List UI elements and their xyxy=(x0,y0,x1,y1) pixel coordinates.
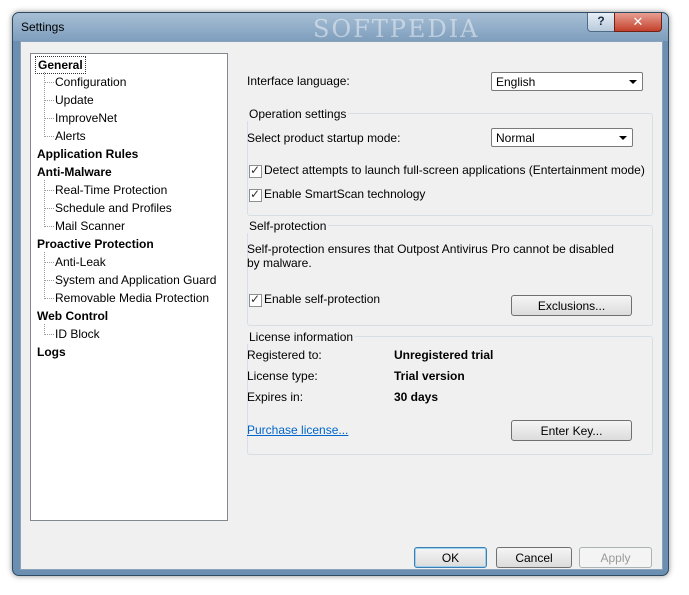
tree-item-mail-scanner[interactable]: Mail Scanner xyxy=(55,218,125,234)
dialog-client: General Configuration Update ImproveNet … xyxy=(20,41,663,570)
tree-item-configuration[interactable]: Configuration xyxy=(55,74,126,90)
tree-item-proactive-protection[interactable]: Proactive Protection xyxy=(37,236,154,252)
tree-item-anti-leak[interactable]: Anti-Leak xyxy=(55,254,106,270)
cancel-button[interactable]: Cancel xyxy=(496,547,572,568)
tree-item-application-rules[interactable]: Application Rules xyxy=(37,146,138,162)
window-title: Settings xyxy=(21,20,65,34)
self-protection-description: Self-protection ensures that Outpost Ant… xyxy=(247,242,614,270)
tree-item-web-control[interactable]: Web Control xyxy=(37,308,108,324)
self-protection-title: Self-protection xyxy=(247,219,329,233)
tree-item-general[interactable]: General xyxy=(35,56,86,74)
settings-window: Settings SOFTPEDIA ? ✕ General Configura… xyxy=(12,12,669,576)
tree-connector xyxy=(45,118,54,119)
enable-self-protection-label[interactable]: Enable self-protection xyxy=(264,292,380,306)
tree-item-schedule-and-profiles[interactable]: Schedule and Profiles xyxy=(55,200,172,216)
tree-item-id-block[interactable]: ID Block xyxy=(55,326,100,342)
tree-connector xyxy=(45,298,54,299)
chevron-down-icon xyxy=(629,80,637,84)
tree-item-removable-media-protection[interactable]: Removable Media Protection xyxy=(55,290,209,306)
tree-item-improvenet[interactable]: ImproveNet xyxy=(55,110,117,126)
tree-connector xyxy=(44,252,45,299)
license-info-title: License information xyxy=(247,330,356,344)
tree-item-logs[interactable]: Logs xyxy=(37,344,66,360)
close-button[interactable]: ✕ xyxy=(614,13,662,32)
license-type-label: License type: xyxy=(247,369,318,383)
smartscan-checkbox[interactable] xyxy=(249,187,262,202)
tree-item-anti-malware[interactable]: Anti-Malware xyxy=(37,164,112,180)
tree-item-system-and-application-guard[interactable]: System and Application Guard xyxy=(55,272,216,288)
purchase-license-link[interactable]: Purchase license... xyxy=(247,423,348,437)
expires-in-label: Expires in: xyxy=(247,390,304,404)
tree-connector xyxy=(45,334,54,335)
title-bar[interactable]: Settings SOFTPEDIA ? ✕ xyxy=(13,13,668,43)
tree-connector xyxy=(45,100,54,101)
close-icon: ✕ xyxy=(632,14,644,29)
apply-button[interactable]: Apply xyxy=(579,547,652,568)
tree-connector xyxy=(45,82,54,83)
tree-item-real-time-protection[interactable]: Real-Time Protection xyxy=(55,182,167,198)
expires-in-value: 30 days xyxy=(394,390,439,404)
startup-mode-select[interactable]: Normal xyxy=(491,128,633,147)
tree-connector xyxy=(45,226,54,227)
enter-key-button[interactable]: Enter Key... xyxy=(511,420,632,441)
tree-connector xyxy=(45,136,54,137)
detect-fullscreen-checkbox[interactable] xyxy=(249,163,262,178)
tree-connector xyxy=(45,208,54,209)
registered-to-value: Unregistered trial xyxy=(394,348,494,362)
startup-mode-value: Normal xyxy=(496,131,535,145)
tree-connector xyxy=(45,190,54,191)
help-button[interactable]: ? xyxy=(587,13,615,32)
operation-settings-title: Operation settings xyxy=(247,107,349,121)
interface-language-label: Interface language: xyxy=(247,74,350,88)
tree-connector xyxy=(45,280,54,281)
startup-mode-label: Select product startup mode: xyxy=(247,131,401,145)
interface-language-value: English xyxy=(496,75,536,89)
tree-connector xyxy=(45,262,54,263)
ok-button[interactable]: OK xyxy=(414,547,487,568)
license-type-value: Trial version xyxy=(394,369,465,383)
detect-fullscreen-label[interactable]: Detect attempts to launch full-screen ap… xyxy=(264,163,645,177)
registered-to-label: Registered to: xyxy=(247,348,322,362)
watermark: SOFTPEDIA xyxy=(313,15,480,43)
tree-connector xyxy=(44,180,45,227)
settings-tree[interactable]: General Configuration Update ImproveNet … xyxy=(30,53,228,521)
enable-self-protection-checkbox[interactable] xyxy=(249,292,262,307)
tree-item-update[interactable]: Update xyxy=(55,92,94,108)
tree-item-alerts[interactable]: Alerts xyxy=(55,128,86,144)
chevron-down-icon xyxy=(619,136,627,140)
exclusions-button[interactable]: Exclusions... xyxy=(511,295,632,316)
smartscan-label[interactable]: Enable SmartScan technology xyxy=(264,187,425,201)
interface-language-select[interactable]: English xyxy=(491,72,643,91)
